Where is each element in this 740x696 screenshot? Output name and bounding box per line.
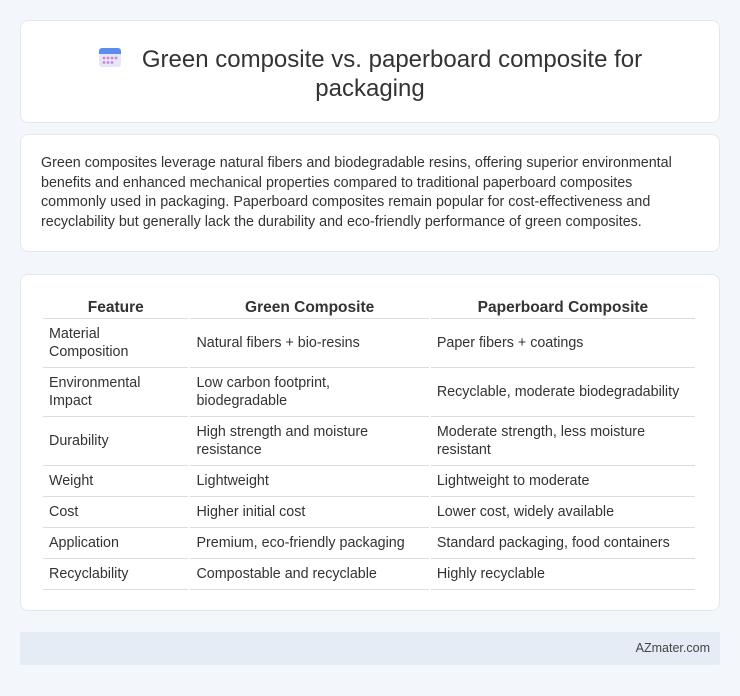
paperboard-cell: Highly recyclable bbox=[430, 559, 695, 590]
green-cell: Natural fibers + bio-resins bbox=[190, 319, 429, 368]
table-row: Recyclability Compostable and recyclable… bbox=[43, 559, 695, 590]
title-card: Green composite vs. paperboard composite… bbox=[20, 20, 720, 123]
table-row: Cost Higher initial cost Lower cost, wid… bbox=[43, 497, 695, 528]
feature-cell: Application bbox=[43, 528, 189, 559]
feature-cell: Environmental Impact bbox=[43, 368, 189, 417]
green-cell: Compostable and recyclable bbox=[190, 559, 429, 590]
paperboard-cell: Lower cost, widely available bbox=[430, 497, 695, 528]
title-line-1: Green composite vs. paperboard composite… bbox=[141, 46, 643, 73]
comparison-table-card: Feature Green Composite Paperboard Compo… bbox=[20, 274, 720, 611]
table-header-row: Feature Green Composite Paperboard Compo… bbox=[43, 295, 695, 319]
calendar-icon bbox=[98, 46, 122, 68]
table-row: Environmental Impact Low carbon footprin… bbox=[43, 368, 695, 417]
header-green-composite: Green Composite bbox=[190, 295, 429, 319]
table-row: Weight Lightweight Lightweight to modera… bbox=[43, 466, 695, 497]
paperboard-cell: Moderate strength, less moisture resista… bbox=[430, 417, 695, 466]
footer-bar: AZmater.com bbox=[20, 632, 720, 665]
green-cell: Lightweight bbox=[190, 466, 429, 497]
summary-card: Green composites leverage natural fibers… bbox=[20, 134, 720, 252]
header-feature: Feature bbox=[43, 295, 189, 319]
table-row: Durability High strength and moisture re… bbox=[43, 417, 695, 466]
feature-cell: Cost bbox=[43, 497, 189, 528]
feature-cell: Weight bbox=[43, 466, 189, 497]
paperboard-cell: Standard packaging, food containers bbox=[430, 528, 695, 559]
green-cell: Premium, eco-friendly packaging bbox=[190, 528, 429, 559]
page-title: Green composite vs. paperboard composite… bbox=[21, 45, 719, 103]
paperboard-cell: Lightweight to moderate bbox=[430, 466, 695, 497]
feature-cell: Durability bbox=[43, 417, 189, 466]
feature-cell: Material Composition bbox=[43, 319, 189, 368]
table-row: Application Premium, eco-friendly packag… bbox=[43, 528, 695, 559]
comparison-table: Feature Green Composite Paperboard Compo… bbox=[41, 295, 697, 590]
green-cell: Low carbon footprint, biodegradable bbox=[190, 368, 429, 417]
feature-cell: Recyclability bbox=[43, 559, 189, 590]
green-cell: High strength and moisture resistance bbox=[190, 417, 429, 466]
paperboard-cell: Paper fibers + coatings bbox=[430, 319, 695, 368]
footer-brand[interactable]: AZmater.com bbox=[636, 641, 710, 655]
title-line-2: packaging bbox=[315, 75, 425, 102]
header-paperboard-composite: Paperboard Composite bbox=[430, 295, 695, 319]
paperboard-cell: Recyclable, moderate biodegradability bbox=[430, 368, 695, 417]
table-row: Material Composition Natural fibers + bi… bbox=[43, 319, 695, 368]
green-cell: Higher initial cost bbox=[190, 497, 429, 528]
summary-text: Green composites leverage natural fibers… bbox=[41, 155, 672, 230]
